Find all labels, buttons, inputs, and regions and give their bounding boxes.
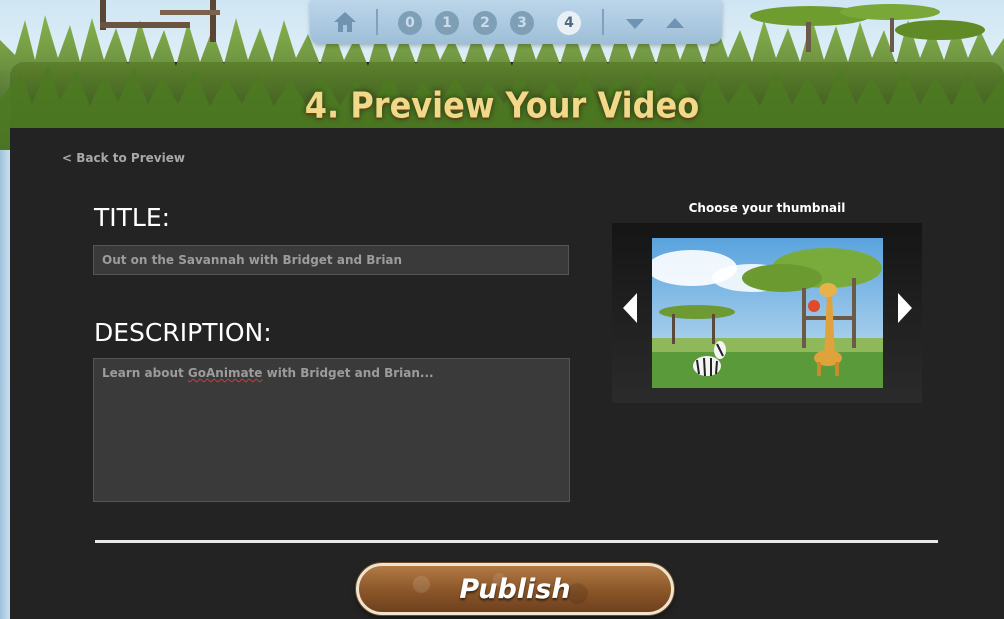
nav-separator bbox=[602, 9, 604, 35]
video-thumbnail-image[interactable] bbox=[652, 238, 883, 388]
home-icon[interactable] bbox=[332, 10, 358, 34]
page-title: 4. Preview Your Video bbox=[304, 83, 700, 127]
publish-button[interactable]: Publish bbox=[356, 563, 674, 615]
title-label: TITLE: bbox=[94, 203, 171, 232]
tree-decoration bbox=[750, 4, 985, 52]
arrow-left-icon[interactable] bbox=[621, 291, 639, 325]
wooden-frame-decoration bbox=[100, 0, 220, 42]
title-input[interactable]: Out on the Savannah with Bridget and Bri… bbox=[93, 245, 569, 275]
thumbnail-heading: Choose your thumbnail bbox=[688, 201, 846, 215]
description-text-start: Learn about bbox=[102, 366, 188, 380]
nav-separator bbox=[376, 9, 378, 35]
step-1-button[interactable]: 1 bbox=[435, 11, 459, 35]
arrow-up-icon[interactable] bbox=[664, 14, 686, 32]
step-0-button[interactable]: 0 bbox=[398, 11, 422, 35]
arrow-right-icon[interactable] bbox=[896, 291, 914, 325]
step-3-button[interactable]: 3 bbox=[510, 11, 534, 35]
description-textarea[interactable]: Learn about GoAnimate with Bridget and B… bbox=[93, 358, 570, 502]
description-label: DESCRIPTION: bbox=[94, 318, 272, 347]
step-2-button[interactable]: 2 bbox=[473, 11, 497, 35]
step-4-button[interactable]: 4 bbox=[557, 11, 581, 35]
publish-button-label: Publish bbox=[459, 573, 571, 605]
back-to-preview-link[interactable]: < Back to Preview bbox=[62, 151, 185, 165]
description-text-end: with Bridget and Brian... bbox=[262, 366, 434, 380]
step-navigation-bar: 0 1 2 3 4 bbox=[310, 0, 722, 44]
left-edge-background bbox=[0, 70, 10, 619]
spellcheck-word: GoAnimate bbox=[187, 366, 263, 380]
arrow-down-icon[interactable] bbox=[624, 14, 646, 32]
thumbnail-chooser bbox=[612, 223, 922, 403]
section-divider bbox=[95, 540, 938, 543]
